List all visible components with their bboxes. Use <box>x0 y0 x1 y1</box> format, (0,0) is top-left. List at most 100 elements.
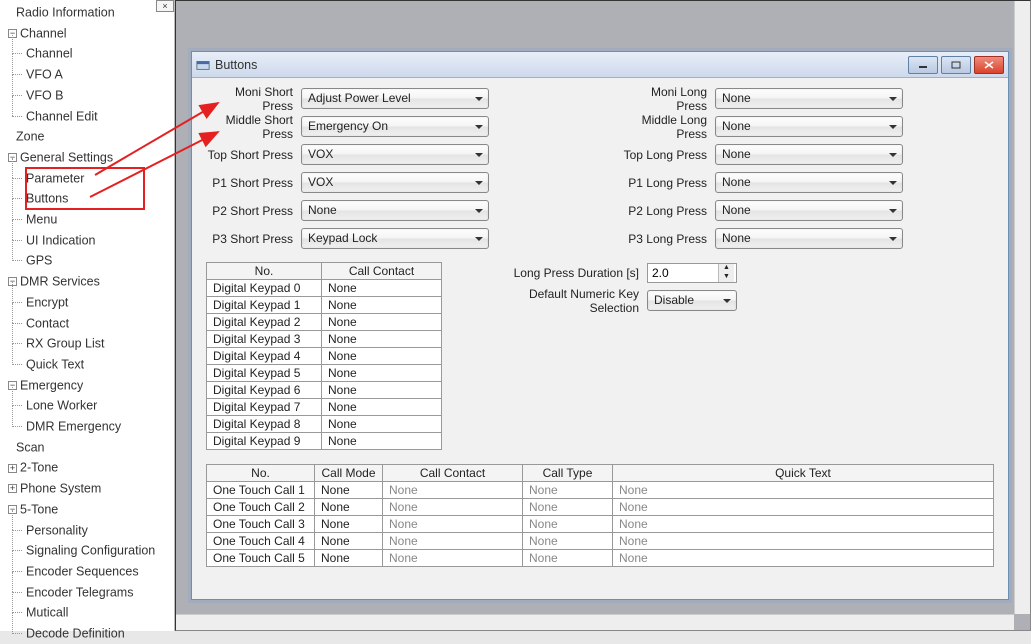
tree-buttons[interactable]: Buttons <box>26 192 68 206</box>
touch-qt[interactable]: None <box>613 482 994 499</box>
touch-mode[interactable]: None <box>315 550 383 567</box>
touch-mode[interactable]: None <box>315 516 383 533</box>
tree-muticall[interactable]: Muticall <box>26 606 68 620</box>
table-row[interactable]: Digital Keypad 6None <box>207 382 442 399</box>
touch-qt[interactable]: None <box>613 550 994 567</box>
input-lp-duration[interactable] <box>648 264 718 282</box>
table-row[interactable]: Digital Keypad 2None <box>207 314 442 331</box>
scrollbar-horizontal[interactable] <box>176 614 1014 630</box>
tree-enc-seq[interactable]: Encoder Sequences <box>26 565 139 579</box>
tree-channel[interactable]: Channel <box>20 26 67 40</box>
keypad-contact[interactable]: None <box>322 433 442 450</box>
table-row[interactable]: Digital Keypad 5None <box>207 365 442 382</box>
tree-dmr[interactable]: DMR Services <box>20 275 100 289</box>
keypad-contact[interactable]: None <box>322 314 442 331</box>
dropdown-p1-lp[interactable]: None <box>715 172 903 193</box>
tree-radio-info[interactable]: Radio Information <box>16 6 115 20</box>
table-row[interactable]: Digital Keypad 0None <box>207 280 442 297</box>
tree-toggle-2tone[interactable]: + <box>8 464 17 473</box>
tree-toggle-phone[interactable]: + <box>8 484 17 493</box>
close-button[interactable] <box>974 56 1004 74</box>
keypad-contact[interactable]: None <box>322 331 442 348</box>
touch-qt[interactable]: None <box>613 533 994 550</box>
dropdown-p2-lp[interactable]: None <box>715 200 903 221</box>
tree-gps[interactable]: GPS <box>26 254 52 268</box>
touch-contact[interactable]: None <box>383 499 523 516</box>
tree-phone-system[interactable]: Phone System <box>20 482 101 496</box>
keypad-contact[interactable]: None <box>322 416 442 433</box>
table-row[interactable]: Digital Keypad 9None <box>207 433 442 450</box>
keypad-contact[interactable]: None <box>322 399 442 416</box>
touch-type[interactable]: None <box>523 550 613 567</box>
tree-enc-tel[interactable]: Encoder Telegrams <box>26 585 133 599</box>
table-row[interactable]: One Touch Call 3NoneNoneNoneNone <box>207 516 994 533</box>
tree-5tone[interactable]: 5-Tone <box>20 503 58 517</box>
tree-channel-edit[interactable]: Channel Edit <box>26 109 98 123</box>
touch-mode[interactable]: None <box>315 533 383 550</box>
spinner-up-icon[interactable]: ▲ <box>719 264 734 273</box>
tree-channel-sub[interactable]: Channel <box>26 47 73 61</box>
tree-parameter[interactable]: Parameter <box>26 171 84 185</box>
tree-vfo-b[interactable]: VFO B <box>26 89 64 103</box>
scrollbar-vertical[interactable] <box>1014 1 1030 614</box>
touch-type[interactable]: None <box>523 499 613 516</box>
touch-contact[interactable]: None <box>383 533 523 550</box>
table-row[interactable]: Digital Keypad 1None <box>207 297 442 314</box>
table-row[interactable]: Digital Keypad 7None <box>207 399 442 416</box>
tree-dmr-emergency[interactable]: DMR Emergency <box>26 420 121 434</box>
tree-sig-config[interactable]: Signaling Configuration <box>26 544 155 558</box>
tree-vfo-a[interactable]: VFO A <box>26 68 63 82</box>
tree-rx-group[interactable]: RX Group List <box>26 337 105 351</box>
tree-lone-worker[interactable]: Lone Worker <box>26 399 97 413</box>
table-row[interactable]: One Touch Call 4NoneNoneNoneNone <box>207 533 994 550</box>
tree-general[interactable]: General Settings <box>20 151 113 165</box>
dropdown-moni-sp[interactable]: Adjust Power Level <box>301 88 489 109</box>
touch-mode[interactable]: None <box>315 499 383 516</box>
touch-contact[interactable]: None <box>383 550 523 567</box>
dropdown-def-numkey[interactable]: Disable <box>647 290 737 311</box>
minimize-button[interactable] <box>908 56 938 74</box>
touch-type[interactable]: None <box>523 533 613 550</box>
tree-2tone[interactable]: 2-Tone <box>20 461 58 475</box>
spinner-lp-duration[interactable]: ▲▼ <box>647 263 737 283</box>
keypad-contact[interactable]: None <box>322 280 442 297</box>
dropdown-middle-sp[interactable]: Emergency On <box>301 116 489 137</box>
touch-qt[interactable]: None <box>613 499 994 516</box>
keypad-contact[interactable]: None <box>322 297 442 314</box>
tree-encrypt[interactable]: Encrypt <box>26 296 68 310</box>
dropdown-top-sp[interactable]: VOX <box>301 144 489 165</box>
maximize-button[interactable] <box>941 56 971 74</box>
tree-ui-indication[interactable]: UI Indication <box>26 233 95 247</box>
table-row[interactable]: Digital Keypad 3None <box>207 331 442 348</box>
touch-mode[interactable]: None <box>315 482 383 499</box>
touch-type[interactable]: None <box>523 482 613 499</box>
dropdown-middle-lp[interactable]: None <box>715 116 903 137</box>
dropdown-p1-sp[interactable]: VOX <box>301 172 489 193</box>
titlebar[interactable]: Buttons <box>192 52 1008 78</box>
table-row[interactable]: Digital Keypad 4None <box>207 348 442 365</box>
tree-scan[interactable]: Scan <box>16 440 45 454</box>
touch-contact[interactable]: None <box>383 482 523 499</box>
dropdown-p3-sp[interactable]: Keypad Lock <box>301 228 489 249</box>
tree-personality[interactable]: Personality <box>26 523 88 537</box>
touch-qt[interactable]: None <box>613 516 994 533</box>
tree-contact[interactable]: Contact <box>26 316 69 330</box>
keypad-contact[interactable]: None <box>322 382 442 399</box>
keypad-contact[interactable]: None <box>322 365 442 382</box>
tree-menu[interactable]: Menu <box>26 213 57 227</box>
touch-type[interactable]: None <box>523 516 613 533</box>
tree-decode-def[interactable]: Decode Definition <box>26 627 125 641</box>
dropdown-moni-lp[interactable]: None <box>715 88 903 109</box>
dropdown-p2-sp[interactable]: None <box>301 200 489 221</box>
dropdown-top-lp[interactable]: None <box>715 144 903 165</box>
spinner-down-icon[interactable]: ▼ <box>719 273 734 282</box>
table-row[interactable]: One Touch Call 1NoneNoneNoneNone <box>207 482 994 499</box>
keypad-contact[interactable]: None <box>322 348 442 365</box>
table-row[interactable]: One Touch Call 5NoneNoneNoneNone <box>207 550 994 567</box>
table-row[interactable]: Digital Keypad 8None <box>207 416 442 433</box>
touch-contact[interactable]: None <box>383 516 523 533</box>
dropdown-p3-lp[interactable]: None <box>715 228 903 249</box>
tree-zone[interactable]: Zone <box>16 130 45 144</box>
tree-emergency[interactable]: Emergency <box>20 378 83 392</box>
table-row[interactable]: One Touch Call 2NoneNoneNoneNone <box>207 499 994 516</box>
